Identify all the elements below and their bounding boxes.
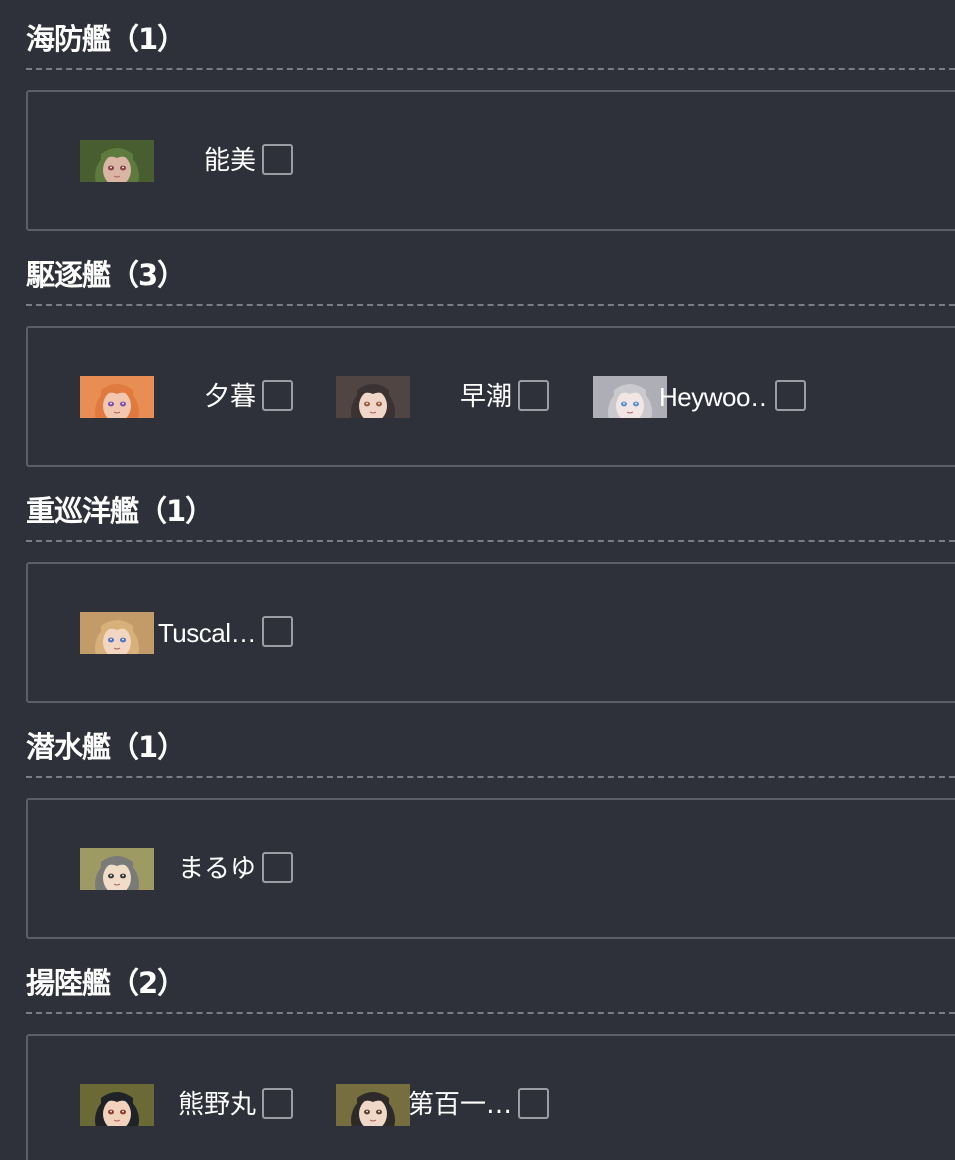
ship-select-checkbox[interactable]: [262, 1088, 293, 1119]
ship-portrait-image: [336, 376, 410, 418]
ship-select-checkbox[interactable]: [775, 380, 806, 411]
ship-item[interactable]: 早潮: [336, 376, 566, 418]
ship-select-checkbox[interactable]: [262, 852, 293, 883]
ship-item[interactable]: Heywoo…: [593, 376, 823, 418]
ship-list-panel: 熊野丸 第百一…: [26, 1034, 955, 1160]
section-title: 海防艦（1）: [26, 22, 186, 56]
ship-item[interactable]: Tuscal…: [80, 612, 310, 654]
ship-item[interactable]: 夕暮: [80, 376, 310, 418]
ship-select-checkbox[interactable]: [262, 144, 293, 175]
ship-list-panel: Tuscal…: [26, 562, 955, 703]
ship-item[interactable]: 第百一…: [336, 1084, 566, 1126]
section-divider: [26, 68, 955, 70]
ship-list-panel: 能美: [26, 90, 955, 231]
ship-name: 第百一…: [407, 1090, 512, 1120]
ship-name: 熊野丸: [177, 1090, 256, 1120]
ship-name: Heywoo…: [659, 382, 769, 412]
ship-portrait-image: [80, 140, 154, 182]
ship-portrait-image: [80, 612, 154, 654]
ship-name: 能美: [203, 146, 256, 176]
ship-name: 早潮: [459, 382, 512, 412]
section-divider: [26, 304, 955, 306]
ship-list-panel: 夕暮 早潮 Heywoo…: [26, 326, 955, 467]
ship-portrait-image: [336, 1084, 410, 1126]
ship-portrait-image: [593, 376, 667, 418]
ship-select-checkbox[interactable]: [518, 380, 549, 411]
ship-item[interactable]: まるゆ: [80, 848, 310, 890]
ship-name: 夕暮: [203, 382, 256, 412]
ship-select-checkbox[interactable]: [262, 380, 293, 411]
ship-portrait-image: [80, 848, 154, 890]
ship-name: Tuscal…: [157, 618, 256, 648]
section-divider: [26, 1012, 955, 1014]
ship-item[interactable]: 能美: [80, 140, 310, 182]
section-title: 潜水艦（1）: [26, 730, 186, 764]
ship-select-checkbox[interactable]: [518, 1088, 549, 1119]
ship-portrait-image: [80, 376, 154, 418]
ship-list-panel: まるゆ: [26, 798, 955, 939]
section-title: 重巡洋艦（1）: [26, 494, 214, 528]
section-title: 揚陸艦（2）: [26, 966, 186, 1000]
ship-select-checkbox[interactable]: [262, 616, 293, 647]
ship-category-page: 海防艦（1） 能美 駆逐艦（3） 夕暮 早潮 Heywoo… 重巡洋艦（1） T…: [0, 0, 955, 1160]
section-divider: [26, 776, 955, 778]
ship-portrait-image: [80, 1084, 154, 1126]
ship-item[interactable]: 熊野丸: [80, 1084, 310, 1126]
section-divider: [26, 540, 955, 542]
ship-name: まるゆ: [177, 854, 256, 884]
section-title: 駆逐艦（3）: [26, 258, 186, 292]
